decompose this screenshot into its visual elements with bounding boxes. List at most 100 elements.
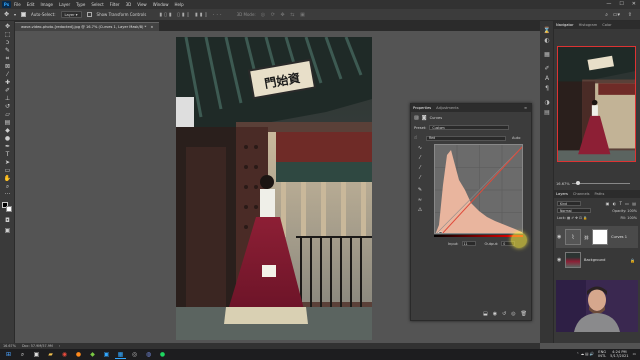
gray-point-eyedropper-icon[interactable]: ⁄ bbox=[416, 164, 424, 172]
clock[interactable]: 4:24 PM 5/17/2021 bbox=[610, 350, 628, 358]
zoom-slider-knob[interactable] bbox=[576, 181, 580, 185]
pencil-draw-icon[interactable]: ✎ bbox=[416, 186, 424, 194]
background-color-swatch[interactable] bbox=[6, 206, 12, 212]
kind-filter-dropdown[interactable]: Kind bbox=[557, 201, 581, 206]
lasso-tool-icon[interactable]: ↄ bbox=[3, 39, 12, 47]
marquee-tool-icon[interactable]: ⬚ bbox=[3, 31, 12, 39]
auto-select-dropdown[interactable]: Layer ▾ bbox=[60, 11, 82, 18]
history-icon[interactable]: ⌛ bbox=[543, 27, 551, 35]
quick-select-tool-icon[interactable]: ✎ bbox=[3, 47, 12, 55]
white-point-eyedropper-icon[interactable]: ⁄ bbox=[416, 174, 424, 182]
type-tool-icon[interactable]: T bbox=[3, 151, 12, 159]
healing-tool-icon[interactable]: ✚ bbox=[3, 79, 12, 87]
smooth-curve-icon[interactable]: ≈ bbox=[416, 196, 424, 204]
blur-tool-icon[interactable]: ◆ bbox=[3, 127, 12, 135]
menu-filter[interactable]: Filter bbox=[110, 2, 120, 7]
crop-tool-icon[interactable]: ⌗ bbox=[3, 55, 12, 63]
panel-menu-icon[interactable]: ≡ bbox=[524, 106, 527, 110]
menu-layer[interactable]: Layer bbox=[59, 2, 70, 7]
gradient-tool-icon[interactable]: ▤ bbox=[3, 119, 12, 127]
character-icon[interactable]: A bbox=[543, 75, 551, 83]
lock-icons[interactable]: ▦ ✐ ✥ ⊡ 🔒 bbox=[567, 216, 587, 220]
auto-button[interactable]: Auto bbox=[512, 136, 520, 140]
curve-point-tool-icon[interactable]: ∿ bbox=[416, 144, 424, 152]
menu-3d[interactable]: 3D bbox=[126, 2, 132, 7]
zoom-value[interactable]: 16.67% bbox=[556, 182, 570, 186]
move-tool-icon[interactable]: ✥ bbox=[4, 11, 9, 18]
menu-image[interactable]: Image bbox=[40, 2, 53, 7]
lightroom-icon[interactable]: ▣ bbox=[101, 350, 112, 359]
pen-tool-icon[interactable]: ✒ bbox=[3, 143, 12, 151]
black-point-eyedropper-icon[interactable]: ⁄ bbox=[416, 154, 424, 162]
layer-row-background[interactable]: ◉ Background 🔒 bbox=[556, 249, 638, 271]
view-previous-icon[interactable]: ◉ bbox=[493, 311, 497, 317]
tab-navigator[interactable]: Navigator bbox=[556, 23, 574, 27]
on-image-adjust-icon[interactable]: ☝ bbox=[414, 135, 417, 141]
tab-paths[interactable]: Paths bbox=[595, 192, 605, 196]
obs-icon[interactable]: ◎ bbox=[129, 350, 140, 359]
opacity-value[interactable]: 100% bbox=[627, 209, 637, 213]
search-icon[interactable]: ⌕ bbox=[605, 12, 608, 18]
input-field[interactable]: 11 bbox=[461, 241, 476, 246]
tab-adjustments[interactable]: Adjustments bbox=[436, 106, 459, 110]
more-tools-icon[interactable]: ··· bbox=[3, 191, 12, 199]
task-view-icon[interactable]: ▣ bbox=[31, 350, 42, 359]
eraser-tool-icon[interactable]: ▱ bbox=[3, 111, 12, 119]
layer-mask-icon[interactable]: ◙ bbox=[422, 115, 427, 121]
menu-type[interactable]: Type bbox=[76, 2, 85, 7]
channel-dropdown[interactable]: Red bbox=[426, 135, 507, 141]
brush-settings-icon[interactable]: ✐ bbox=[543, 65, 551, 73]
tab-color[interactable]: Color bbox=[602, 23, 611, 27]
minimize-button[interactable]: — bbox=[606, 1, 611, 7]
zoom-tool-icon[interactable]: ⌕ bbox=[3, 183, 12, 191]
layer-mask-thumbnail[interactable] bbox=[592, 229, 609, 245]
document-tab[interactable]: wave-video-photo-[redacted].jpg @ 16.7% … bbox=[15, 22, 160, 31]
chrome-icon[interactable]: ◉ bbox=[59, 350, 70, 359]
screen-mode-icon[interactable]: ▣ bbox=[3, 227, 12, 235]
blend-mode-dropdown[interactable]: Normal bbox=[557, 208, 591, 213]
hand-tool-icon[interactable]: ✋ bbox=[3, 175, 12, 183]
chevron-down-icon[interactable]: ▾ bbox=[14, 12, 16, 17]
photoshop-taskbar-icon[interactable]: ▦ bbox=[115, 350, 126, 359]
reset-icon[interactable]: ↺ bbox=[502, 311, 506, 317]
status-zoom[interactable]: 16.67% bbox=[3, 344, 16, 348]
eye-icon[interactable]: ◉ bbox=[557, 257, 562, 263]
zoom-slider[interactable] bbox=[572, 181, 630, 185]
history-brush-tool-icon[interactable]: ↺ bbox=[3, 103, 12, 111]
menu-help[interactable]: Help bbox=[174, 2, 183, 7]
menu-view[interactable]: View bbox=[137, 2, 147, 7]
frame-tool-icon[interactable]: ⊠ bbox=[3, 63, 12, 71]
windows-start-icon[interactable]: ⊞ bbox=[3, 350, 14, 359]
close-button[interactable]: ✕ bbox=[632, 1, 636, 7]
workspace-icon[interactable]: ▭▾ bbox=[613, 12, 620, 18]
tab-properties[interactable]: Properties bbox=[413, 106, 431, 110]
path-select-tool-icon[interactable]: ➤ bbox=[3, 159, 12, 167]
discord-icon[interactable]: ◍ bbox=[143, 350, 154, 359]
paragraph-icon[interactable]: ¶ bbox=[543, 85, 551, 93]
shape-tool-icon[interactable]: ▭ bbox=[3, 167, 12, 175]
visibility-icon[interactable]: ◎ bbox=[511, 311, 515, 317]
maximize-button[interactable]: ☐ bbox=[619, 1, 623, 7]
layer-row-curves[interactable]: ◉ ⌇ ⛓ Curves 1 bbox=[556, 226, 638, 248]
auto-select-checkbox[interactable] bbox=[21, 12, 27, 17]
dodge-tool-icon[interactable]: ● bbox=[3, 135, 12, 143]
clip-to-layer-icon[interactable]: ⬓ bbox=[483, 311, 488, 317]
curves-graph[interactable] bbox=[434, 144, 523, 234]
color-icon[interactable]: ◐ bbox=[543, 37, 551, 45]
trash-icon[interactable]: 🗑 bbox=[521, 311, 527, 317]
clone-stamp-tool-icon[interactable]: ⊥ bbox=[3, 95, 12, 103]
tray-icons[interactable]: ⌃ ☁ ▤ 🔊 bbox=[576, 352, 594, 356]
eyedropper-tool-icon[interactable]: ⁄ bbox=[3, 71, 12, 79]
firefox-icon[interactable]: ● bbox=[73, 350, 84, 359]
adjustments-icon[interactable]: ◑ bbox=[543, 99, 551, 107]
menu-select[interactable]: Select bbox=[91, 2, 103, 7]
document-image[interactable]: 門始資 bbox=[176, 37, 372, 340]
layer-filter-icons[interactable]: ▣ ◐ T ▭ ▤ bbox=[606, 201, 637, 206]
tab-layers[interactable]: Layers bbox=[556, 192, 568, 196]
menu-window[interactable]: Window bbox=[153, 2, 169, 7]
fill-value[interactable]: 100% bbox=[627, 216, 637, 220]
preset-dropdown[interactable]: Custom bbox=[429, 125, 510, 130]
close-tab-icon[interactable]: × bbox=[150, 25, 153, 29]
search-icon[interactable]: ⌕ bbox=[17, 350, 28, 359]
notifications-icon[interactable]: ▭ bbox=[633, 352, 636, 356]
